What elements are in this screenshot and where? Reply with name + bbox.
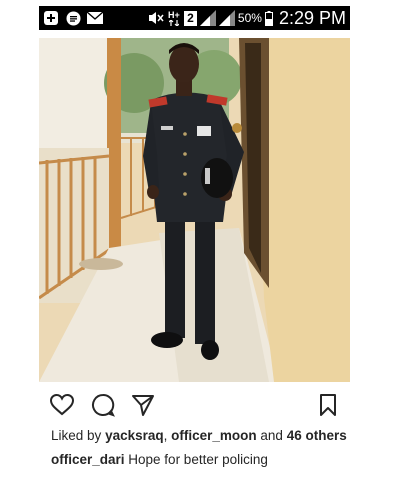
likes-summary: Liked by yacksraq, officer_moon and 46 o…	[51, 428, 347, 443]
send-icon[interactable]	[130, 392, 156, 418]
notification-count: 2	[187, 11, 194, 25]
bookmark-icon[interactable]	[315, 392, 341, 418]
mute-icon	[148, 10, 164, 26]
instagram-post-screen: H+ 2 50% 2:29 PM Liked by yacksraq, offi…	[39, 0, 350, 480]
battery-icon	[265, 10, 274, 26]
caption-username-link[interactable]: officer_dari	[51, 452, 125, 467]
heart-icon[interactable]	[49, 392, 75, 418]
network-type: H+	[168, 9, 180, 20]
signal-icon	[218, 10, 235, 26]
battery-percent: 50%	[237, 11, 262, 25]
post-caption: officer_dari Hope for better policing	[51, 452, 268, 467]
officer-photo-illustration	[39, 38, 350, 382]
caption-text: Hope for better policing	[124, 452, 268, 467]
message-icon	[65, 10, 81, 26]
signal-icon	[199, 10, 216, 26]
add-icon	[43, 10, 59, 26]
liker-username-link[interactable]: yacksraq	[105, 428, 164, 443]
others-likes-link[interactable]: 46 others	[287, 428, 347, 443]
notification-count-badge: 2	[183, 10, 197, 26]
network-icon: H+	[167, 10, 181, 26]
post-actions-bar	[39, 388, 350, 422]
post-photo[interactable]	[39, 38, 350, 382]
status-bar: H+ 2 50% 2:29 PM	[39, 6, 350, 30]
mail-icon	[87, 10, 103, 26]
likes-prefix: Liked by	[51, 428, 102, 443]
likes-and: and	[256, 428, 287, 443]
likes-separator: ,	[163, 428, 172, 443]
clock-time: 2:29 PM	[278, 7, 346, 28]
comment-icon[interactable]	[90, 392, 116, 418]
liker-username-link[interactable]: officer_moon	[171, 428, 257, 443]
